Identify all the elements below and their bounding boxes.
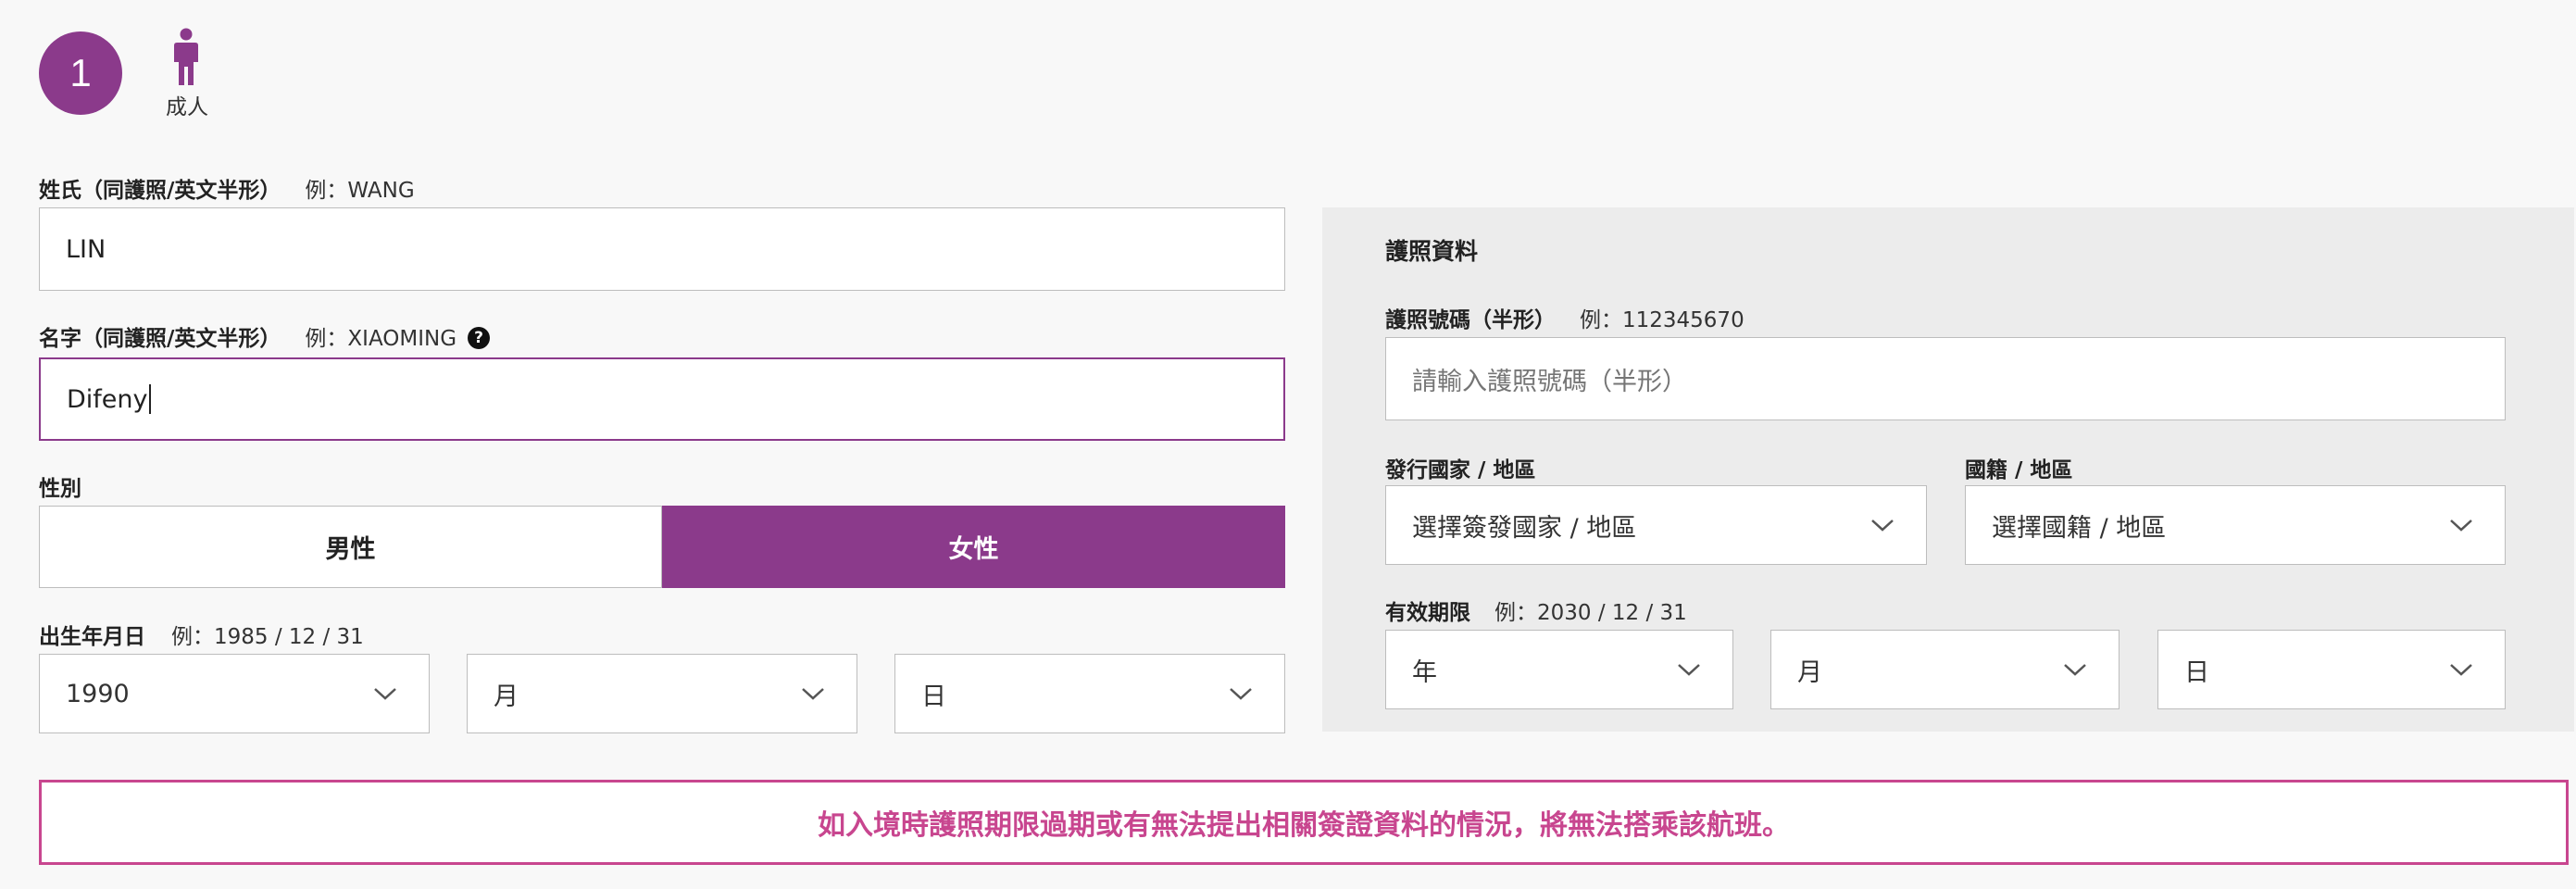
chevron-down-icon [802, 688, 824, 700]
nationality-select[interactable]: 選擇國籍 / 地區 [1965, 485, 2506, 565]
expiry-month-value: 月 [1797, 657, 1822, 687]
passenger-number-badge: 1 [39, 31, 122, 115]
issuing-country-value: 選擇簽發國家 / 地區 [1412, 513, 1637, 543]
gender-female-button[interactable]: 女性 [662, 506, 1285, 588]
passport-number-label: 護照號碼（半形） 例：112345670 [1385, 302, 1744, 333]
chevron-down-icon [2064, 664, 2086, 676]
birth-year-select[interactable]: 1990 [39, 654, 430, 733]
birth-month-select[interactable]: 月 [467, 654, 857, 733]
chevron-down-icon [1230, 688, 1252, 700]
passport-number-placeholder: 請輸入護照號碼（半形） [1412, 367, 1687, 396]
passenger-type-label: 成人 [166, 95, 208, 119]
birth-month-value: 月 [494, 682, 519, 711]
birth-day-value: 日 [921, 682, 946, 711]
adult-person-icon [174, 28, 198, 85]
expiry-year-select[interactable]: 年 [1385, 630, 1733, 709]
passport-expiry-notice: 如入境時護照期限過期或有無法提出相關簽證資料的情況，將無法搭乘該航班。 [39, 780, 2569, 865]
issuing-country-select[interactable]: 選擇簽發國家 / 地區 [1385, 485, 1927, 565]
surname-input[interactable]: LIN [39, 207, 1285, 291]
gender-label: 性別 [39, 477, 81, 501]
given-name-input-value: Difeny [67, 384, 148, 414]
surname-input-value: LIN [66, 234, 106, 264]
surname-label: 姓氏（同護照/英文半形） 例：WANG [39, 172, 415, 204]
notice-text: 如入境時護照期限過期或有無法提出相關簽證資料的情況，將無法搭乘該航班。 [818, 809, 1790, 842]
expiry-label: 有效期限 例：2030 / 12 / 31 [1385, 595, 1687, 626]
chevron-down-icon [2450, 520, 2472, 532]
surname-label-text: 姓氏（同護照/英文半形） [39, 179, 281, 203]
expiry-label-text: 有效期限 [1385, 601, 1470, 625]
nationality-value: 選擇國籍 / 地區 [1992, 513, 2167, 543]
expiry-month-select[interactable]: 月 [1770, 630, 2120, 709]
birth-date-label-text: 出生年月日 [39, 625, 145, 649]
passport-number-input[interactable]: 請輸入護照號碼（半形） [1385, 337, 2506, 420]
surname-example: 例：WANG [305, 179, 415, 203]
expiry-example: 例：2030 / 12 / 31 [1494, 601, 1687, 625]
chevron-down-icon [1678, 664, 1700, 676]
passport-number-example: 例：112345670 [1580, 308, 1744, 332]
given-name-input[interactable]: Difeny [39, 357, 1285, 441]
chevron-down-icon [1871, 520, 1894, 532]
given-name-label-text: 名字（同護照/英文半形） [39, 327, 281, 351]
chevron-down-icon [374, 688, 396, 700]
birth-date-example: 例：1985 / 12 / 31 [171, 625, 364, 649]
passport-section-title: 護照資料 [1385, 238, 1479, 265]
given-name-label: 名字（同護照/英文半形） 例：XIAOMING? [39, 320, 491, 352]
question-circle-icon[interactable]: ? [468, 326, 491, 349]
issuing-country-label: 發行國家 / 地區 [1385, 458, 1536, 482]
birth-day-select[interactable]: 日 [894, 654, 1285, 733]
given-name-example: 例：XIAOMING [305, 327, 457, 351]
expiry-year-value: 年 [1412, 657, 1437, 687]
nationality-label: 國籍 / 地區 [1965, 458, 2073, 482]
text-caret [148, 384, 151, 414]
birth-year-value: 1990 [66, 679, 130, 708]
passport-number-label-text: 護照號碼（半形） [1385, 308, 1556, 332]
expiry-day-value: 日 [2184, 657, 2209, 687]
gender-male-button[interactable]: 男性 [39, 506, 662, 588]
birth-date-label: 出生年月日 例：1985 / 12 / 31 [39, 619, 364, 650]
chevron-down-icon [2450, 664, 2472, 676]
expiry-day-select[interactable]: 日 [2157, 630, 2506, 709]
